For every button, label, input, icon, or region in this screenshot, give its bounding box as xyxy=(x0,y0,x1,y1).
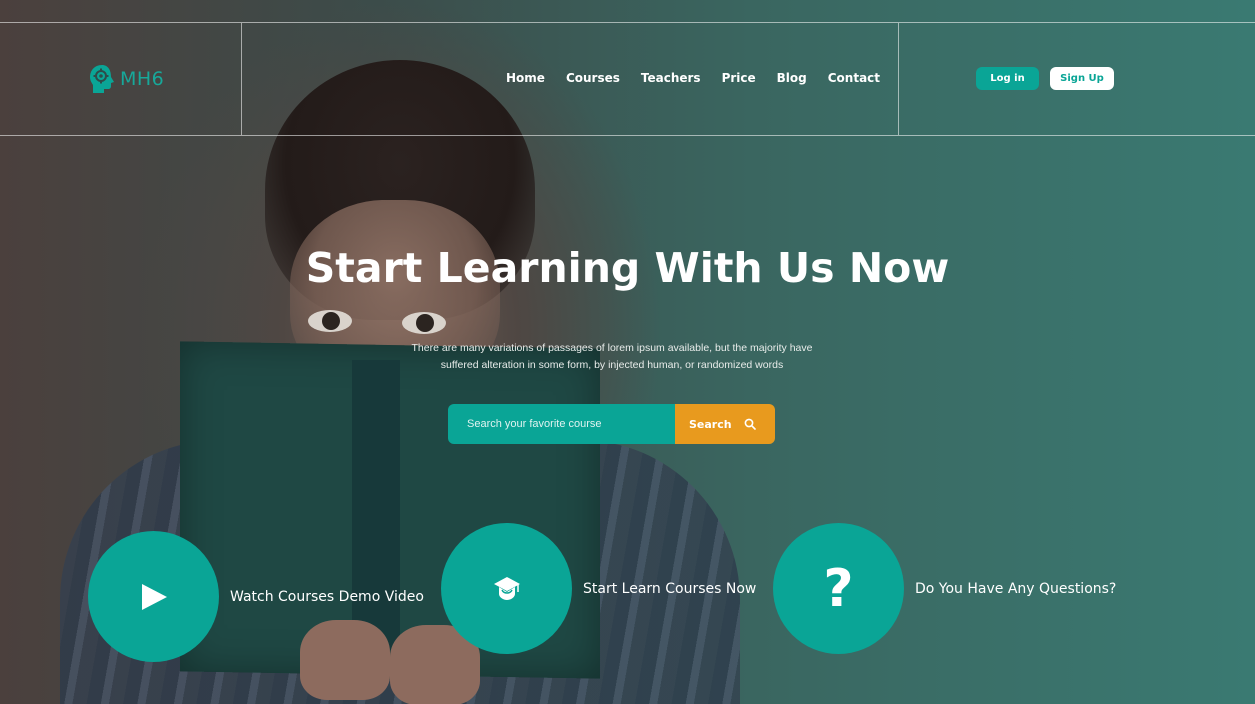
feature-label: Do You Have Any Questions? xyxy=(915,580,1117,597)
graduation-cap-icon xyxy=(493,576,520,600)
hero-section: MH6 Home Courses Teachers Price Blog Con… xyxy=(0,0,1255,704)
hero-subtitle: There are many variations of passages of… xyxy=(411,342,813,371)
head-gear-icon xyxy=(90,65,114,93)
question-mark-icon: ? xyxy=(823,558,854,619)
nav-item-contact[interactable]: Contact xyxy=(828,71,880,85)
search-icon xyxy=(744,418,756,430)
nav-item-blog[interactable]: Blog xyxy=(777,71,807,85)
header-divider xyxy=(241,23,242,135)
feature-watch-demo[interactable]: Watch Courses Demo Video xyxy=(88,531,424,662)
feature-label: Watch Courses Demo Video xyxy=(230,588,424,605)
site-header: MH6 Home Courses Teachers Price Blog Con… xyxy=(0,22,1255,136)
feature-questions[interactable]: ? Do You Have Any Questions? xyxy=(773,523,1116,654)
search-button[interactable]: Search xyxy=(675,404,775,444)
questions-button[interactable]: ? xyxy=(773,523,904,654)
search-input[interactable] xyxy=(448,404,675,444)
hero-title: Start Learning With Us Now xyxy=(305,244,950,292)
start-learn-button[interactable] xyxy=(441,523,572,654)
nav-item-courses[interactable]: Courses xyxy=(566,71,620,85)
login-button[interactable]: Log in xyxy=(976,67,1039,90)
logo[interactable]: MH6 xyxy=(88,63,164,95)
logo-text: MH6 xyxy=(120,68,165,90)
nav-item-home[interactable]: Home xyxy=(506,71,545,85)
feature-label: Start Learn Courses Now xyxy=(583,580,757,597)
course-search: Search xyxy=(448,404,775,444)
search-button-label: Search xyxy=(689,417,732,431)
play-icon xyxy=(141,583,167,610)
feature-start-learn[interactable]: Start Learn Courses Now xyxy=(441,523,756,654)
background-photo-eye xyxy=(402,312,446,334)
main-nav: Home Courses Teachers Price Blog Contact xyxy=(506,71,901,85)
nav-item-price[interactable]: Price xyxy=(722,71,756,85)
background-photo-eye xyxy=(308,310,352,332)
nav-item-teachers[interactable]: Teachers xyxy=(641,71,701,85)
signup-button[interactable]: Sign Up xyxy=(1050,67,1114,90)
play-button[interactable] xyxy=(88,531,219,662)
